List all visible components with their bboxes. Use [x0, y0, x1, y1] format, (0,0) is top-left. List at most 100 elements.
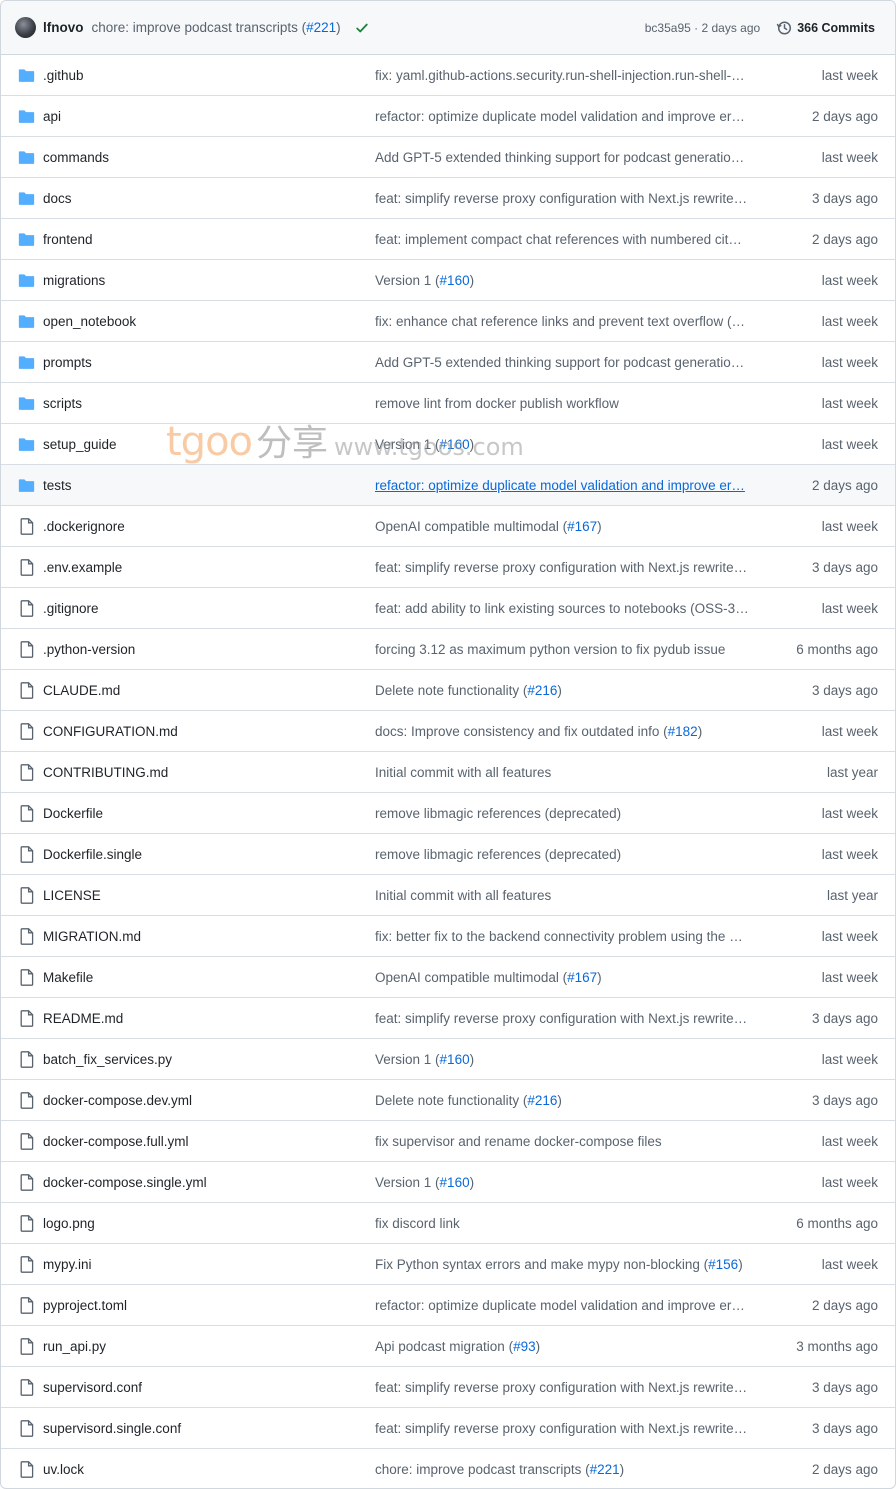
commit-message-link[interactable]: remove lint from docker publish workflow [375, 396, 761, 411]
folder-name-link[interactable]: prompts [43, 355, 92, 370]
file-name-link[interactable]: Dockerfile [43, 806, 103, 821]
file-row[interactable]: Dockerfile remove libmagic references (de… [1, 793, 895, 834]
file-row[interactable]: .python-version forcing 3.12 as maximum p… [1, 629, 895, 670]
commit-date[interactable]: last week [822, 929, 878, 944]
commit-message-link[interactable]: Initial commit with all features [375, 765, 761, 780]
commits-link[interactable]: 366 Commits [776, 20, 875, 36]
commit-date[interactable]: last week [822, 437, 878, 452]
file-name-link[interactable]: Dockerfile.single [43, 847, 142, 862]
commit-date[interactable]: 3 days ago [812, 683, 878, 698]
commit-message-link[interactable]: Version 1 (#160) [375, 273, 761, 288]
file-row[interactable]: commands Add GPT-5 extended thinking supp… [1, 137, 895, 178]
file-row[interactable]: api refactor: optimize duplicate model va… [1, 96, 895, 137]
pr-link[interactable]: #167 [567, 519, 597, 534]
commit-date[interactable]: last week [822, 970, 878, 985]
pr-link[interactable]: #167 [567, 970, 597, 985]
file-name-link[interactable]: mypy.ini [43, 1257, 92, 1272]
commit-message-link[interactable]: fix: yaml.github-actions.security.run-sh… [375, 68, 761, 83]
commit-date[interactable]: 3 days ago [812, 1421, 878, 1436]
file-row[interactable]: Makefile OpenAI compatible multimodal (#1… [1, 957, 895, 998]
commit-date[interactable]: last week [822, 601, 878, 616]
folder-name-link[interactable]: tests [43, 478, 72, 493]
file-row[interactable]: docker-compose.full.yml fix supervisor an… [1, 1121, 895, 1162]
file-name-link[interactable]: CONFIGURATION.md [43, 724, 178, 739]
commit-date[interactable]: last week [822, 68, 878, 83]
folder-name-link[interactable]: frontend [43, 232, 93, 247]
commit-date[interactable]: last week [822, 150, 878, 165]
commit-message-link[interactable]: feat: simplify reverse proxy configurati… [375, 1380, 761, 1395]
commit-message-link[interactable]: Version 1 (#160) [375, 1175, 761, 1190]
file-name-link[interactable]: pyproject.toml [43, 1298, 127, 1313]
file-row[interactable]: .github fix: yaml.github-actions.security… [1, 55, 895, 96]
folder-name-link[interactable]: migrations [43, 273, 105, 288]
commit-date[interactable]: last week [822, 355, 878, 370]
commit-message-link[interactable]: feat: simplify reverse proxy configurati… [375, 1421, 761, 1436]
file-row[interactable]: pyproject.toml refactor: optimize duplica… [1, 1285, 895, 1326]
commit-date[interactable]: last week [822, 1257, 878, 1272]
file-name-link[interactable]: CLAUDE.md [43, 683, 120, 698]
commit-message-link[interactable]: Delete note functionality (#216) [375, 683, 761, 698]
file-name-link[interactable]: README.md [43, 1011, 123, 1026]
commit-message-link[interactable]: chore: improve podcast transcripts (#221… [375, 1462, 761, 1477]
pr-link[interactable]: #216 [527, 1093, 557, 1108]
commit-pr-link[interactable]: #221 [306, 20, 336, 35]
commit-message-link[interactable]: feat: simplify reverse proxy configurati… [375, 191, 761, 206]
file-row[interactable]: run_api.py Api podcast migration (#93) 3 m… [1, 1326, 895, 1367]
file-row[interactable]: supervisord.single.conf feat: simplify re… [1, 1408, 895, 1449]
commit-message-link[interactable]: fix: better fix to the backend connectiv… [375, 929, 761, 944]
file-name-link[interactable]: .dockerignore [43, 519, 125, 534]
file-row[interactable]: open_notebook fix: enhance chat reference… [1, 301, 895, 342]
file-row[interactable]: uv.lock chore: improve podcast transcript… [1, 1449, 895, 1488]
file-name-link[interactable]: supervisord.single.conf [43, 1421, 181, 1436]
commit-message-link[interactable]: refactor: optimize duplicate model valid… [375, 1298, 761, 1313]
commit-date[interactable]: last week [822, 1052, 878, 1067]
commit-date[interactable]: 3 days ago [812, 1011, 878, 1026]
file-row[interactable]: scripts remove lint from docker publish w… [1, 383, 895, 424]
file-name-link[interactable]: docker-compose.dev.yml [43, 1093, 192, 1108]
file-name-link[interactable]: .gitignore [43, 601, 99, 616]
file-name-link[interactable]: LICENSE [43, 888, 101, 903]
commit-message-link[interactable]: OpenAI compatible multimodal (#167) [375, 519, 761, 534]
file-name-link[interactable]: run_api.py [43, 1339, 106, 1354]
commit-date[interactable]: 3 days ago [812, 1093, 878, 1108]
commit-date[interactable]: 3 days ago [812, 560, 878, 575]
folder-name-link[interactable]: api [43, 109, 61, 124]
commit-date[interactable]: last week [822, 724, 878, 739]
commit-message-link[interactable]: feat: simplify reverse proxy configurati… [375, 560, 761, 575]
commit-message-link[interactable]: Initial commit with all features [375, 888, 761, 903]
file-name-link[interactable]: docker-compose.full.yml [43, 1134, 189, 1149]
file-row[interactable]: migrations Version 1 (#160) last week [1, 260, 895, 301]
folder-name-link[interactable]: setup_guide [43, 437, 117, 452]
file-row[interactable]: .dockerignore OpenAI compatible multimoda… [1, 506, 895, 547]
folder-name-link[interactable]: scripts [43, 396, 82, 411]
commit-date[interactable]: 2 days ago [812, 109, 878, 124]
commit-message-link[interactable]: docs: Improve consistency and fix outdat… [375, 724, 761, 739]
file-row[interactable]: CONFIGURATION.md docs: Improve consistenc… [1, 711, 895, 752]
commit-date[interactable]: 6 months ago [796, 642, 878, 657]
commit-date[interactable]: 2 days ago [812, 232, 878, 247]
commit-date[interactable]: last week [822, 1175, 878, 1190]
file-row[interactable]: CLAUDE.md Delete note functionality (#216… [1, 670, 895, 711]
commit-message-link[interactable]: Api podcast migration (#93) [375, 1339, 761, 1354]
file-name-link[interactable]: .env.example [43, 560, 122, 575]
file-row[interactable]: .env.example feat: simplify reverse proxy… [1, 547, 895, 588]
file-name-link[interactable]: CONTRIBUTING.md [43, 765, 168, 780]
file-row[interactable]: CONTRIBUTING.md Initial commit with all f… [1, 752, 895, 793]
file-row[interactable]: batch_fix_services.py Version 1 (#160) las… [1, 1039, 895, 1080]
commit-date[interactable]: last week [822, 314, 878, 329]
folder-name-link[interactable]: .github [43, 68, 84, 83]
commit-message-link[interactable]: refactor: optimize duplicate model valid… [375, 109, 761, 124]
file-row[interactable]: tests refactor: optimize duplicate model … [1, 465, 895, 506]
file-name-link[interactable]: logo.png [43, 1216, 95, 1231]
file-row[interactable]: Dockerfile.single remove libmagic referen… [1, 834, 895, 875]
commit-date[interactable]: last week [822, 273, 878, 288]
file-row[interactable]: docker-compose.dev.yml Delete note functi… [1, 1080, 895, 1121]
commit-message-link[interactable]: remove libmagic references (deprecated) [375, 806, 761, 821]
file-name-link[interactable]: .python-version [43, 642, 135, 657]
commit-message-link[interactable]: feat: implement compact chat references … [375, 232, 761, 247]
file-name-link[interactable]: batch_fix_services.py [43, 1052, 172, 1067]
file-row[interactable]: docs feat: simplify reverse proxy configu… [1, 178, 895, 219]
commit-message-link[interactable]: fix supervisor and rename docker-compose… [375, 1134, 761, 1149]
file-row[interactable]: .gitignore feat: add ability to link exis… [1, 588, 895, 629]
commit-sha[interactable]: bc35a95 · 2 days ago [645, 21, 760, 35]
